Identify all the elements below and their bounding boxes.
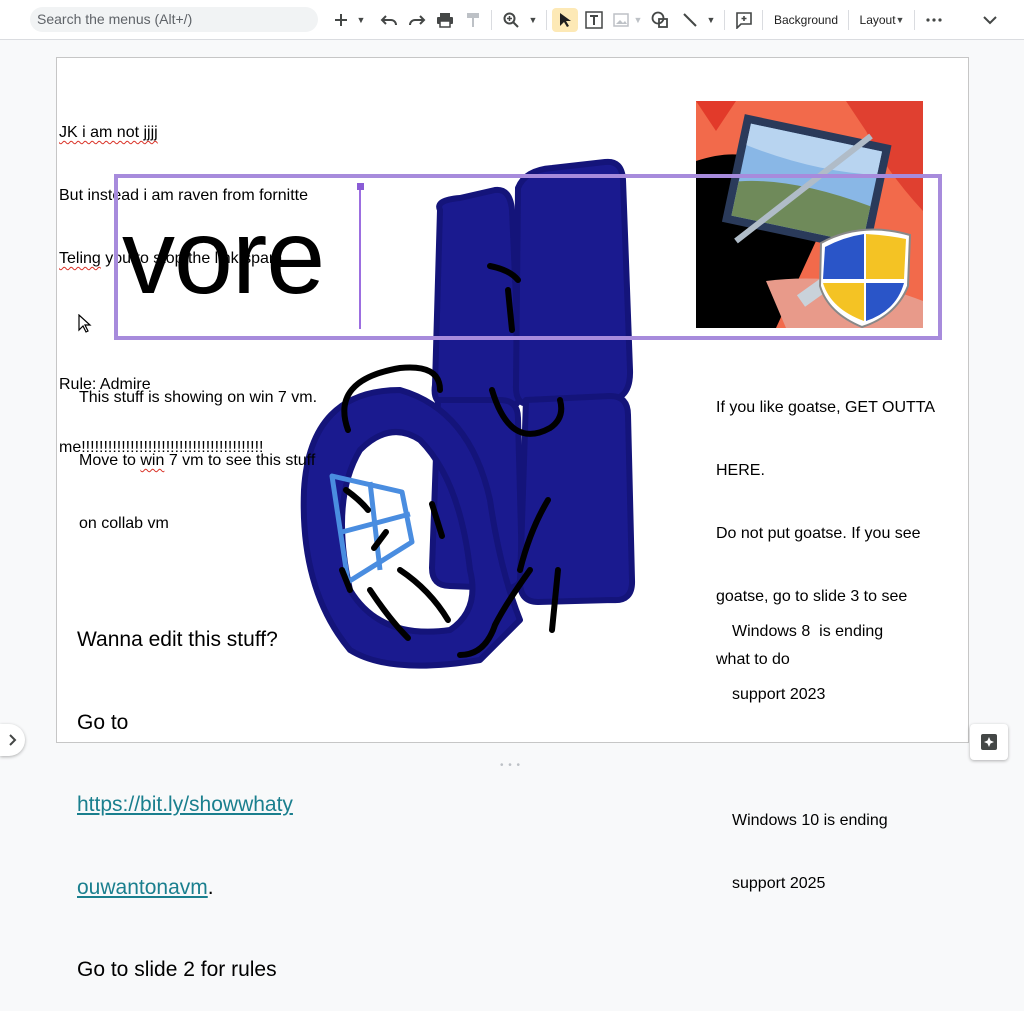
search-menus-input[interactable]: Search the menus (Alt+/)	[30, 7, 318, 32]
win7-note[interactable]: This stuff is showing on win 7 vm. Move …	[79, 345, 317, 555]
edit-note[interactable]: Wanna edit this stuff? Go to https://bit…	[77, 571, 293, 1011]
top-note-line1: JK i am not jjjj	[59, 124, 158, 141]
image-icon[interactable]	[610, 8, 632, 32]
show-filmstrip-button[interactable]	[0, 724, 25, 756]
comment-icon[interactable]	[732, 8, 756, 32]
bitly-link-part1[interactable]: https://bit.ly/showwhaty	[77, 793, 293, 816]
explore-button[interactable]	[970, 724, 1008, 760]
misspelled-word: win	[140, 452, 165, 469]
background-button[interactable]: Background	[770, 8, 842, 32]
collapse-icon[interactable]	[978, 8, 1002, 32]
goatse-note-line1: If you like goatse, GET OUTTA	[716, 399, 936, 416]
big-word-text[interactable]: vore	[122, 197, 325, 317]
text-cursor-handle[interactable]	[357, 183, 364, 190]
layout-label: Layout	[859, 13, 896, 27]
scribble-line	[505, 287, 515, 333]
toolbar-divider	[491, 10, 492, 30]
edit-note-line5: Go to slide 2 for rules	[77, 958, 277, 981]
print-icon[interactable]	[433, 8, 457, 32]
paint-format-icon[interactable]	[461, 8, 485, 32]
edit-note-line1: Wanna edit this stuff?	[77, 628, 278, 651]
toolbar-divider	[848, 10, 849, 30]
support-note-line5: support 2025	[732, 875, 826, 892]
explore-icon	[981, 734, 997, 750]
more-icon[interactable]	[922, 8, 946, 32]
redo-icon[interactable]	[405, 8, 429, 32]
win7-note-line2-suffix: 7 vm to see this stuff	[164, 452, 316, 469]
goatse-note-line3: Do not put goatse. If you see	[716, 525, 921, 542]
edit-note-line2: Go to	[77, 710, 129, 734]
windows-security-shield-image[interactable]	[696, 101, 923, 328]
top-note-line: JK i am not jjjj	[59, 122, 308, 143]
win7-note-line2-prefix: Move to	[79, 452, 141, 469]
scribble-tile-top-right	[512, 158, 634, 408]
support-note-line2: support 2023	[732, 686, 826, 703]
toolbar-divider	[724, 10, 725, 30]
add-icon[interactable]	[330, 8, 352, 32]
undo-icon[interactable]	[377, 8, 401, 32]
toolbar: Search the menus (Alt+/) ▼ ▼ ▼ ▼ Backgro…	[0, 0, 1024, 40]
textbox-icon[interactable]	[582, 8, 606, 32]
scribble-tile-bottom-right	[517, 393, 636, 605]
bitly-link-line2[interactable]: ouwantonavm.	[77, 874, 293, 902]
bitly-link[interactable]: https://bit.ly/showwhaty	[77, 791, 293, 819]
select-icon[interactable]	[552, 8, 578, 32]
line-dropdown-icon[interactable]: ▼	[704, 8, 718, 32]
resize-grip-icon[interactable]: • • •	[500, 760, 521, 771]
windows-logo-scribble[interactable]	[290, 150, 640, 680]
link-suffix: .	[207, 875, 214, 899]
support-note[interactable]: Windows 8 is ending support 2023 Windows…	[732, 579, 888, 915]
text-cursor	[359, 187, 361, 329]
toolbar-divider	[914, 10, 915, 30]
toolbar-divider	[546, 10, 547, 30]
win7-note-line1: This stuff is showing on win 7 vm.	[79, 389, 318, 406]
scribble-line	[343, 487, 371, 513]
image-dropdown-icon[interactable]: ▼	[632, 8, 644, 32]
toolbar-divider	[762, 10, 763, 30]
layout-button[interactable]: Layout ▼	[856, 8, 908, 32]
add-dropdown-icon[interactable]: ▼	[354, 8, 368, 32]
zoom-dropdown-icon[interactable]: ▼	[526, 8, 540, 32]
bitly-link-part2[interactable]: ouwantonavm	[77, 876, 208, 899]
zoom-icon[interactable]	[500, 8, 522, 32]
layout-dropdown-icon: ▼	[895, 15, 905, 25]
mouse-pointer-icon	[78, 314, 92, 333]
win7-note-line2: Move to win 7 vm to see this stuff	[79, 450, 317, 471]
support-note-line1: Windows 8 is ending	[732, 623, 884, 640]
support-note-line4: Windows 10 is ending	[732, 812, 888, 829]
chevron-right-icon	[8, 734, 16, 746]
misspelled-word: Teling	[59, 250, 101, 267]
shape-icon[interactable]	[648, 8, 672, 32]
goatse-note-line2: HERE.	[716, 462, 765, 479]
line-icon[interactable]	[678, 8, 702, 32]
win7-note-line3: on collab vm	[79, 515, 169, 532]
